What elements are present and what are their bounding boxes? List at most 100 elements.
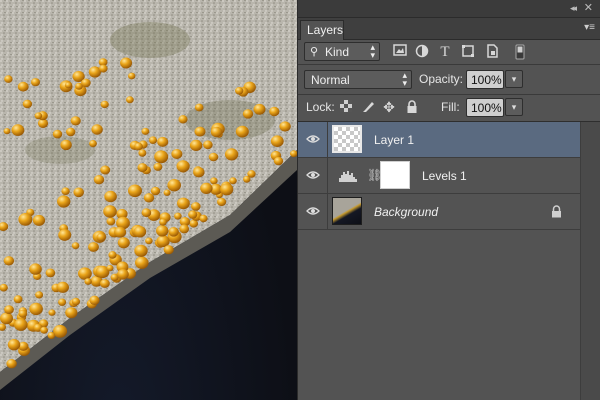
visibility-toggle[interactable] [298, 158, 328, 193]
droplet [65, 307, 78, 319]
droplet [31, 78, 40, 87]
droplet [4, 305, 14, 314]
fill-input[interactable]: 100% [466, 98, 504, 117]
droplet [58, 229, 72, 241]
blend-mode-select[interactable]: Normal ▴ ▾ [304, 70, 412, 89]
layer-row-layer-1[interactable]: Layer 1 [298, 122, 580, 158]
smart-object-filter-icon[interactable] [484, 44, 500, 60]
layer-mask-thumbnail[interactable] [380, 161, 410, 189]
droplet [229, 177, 237, 185]
droplet [60, 139, 72, 151]
droplet [135, 256, 149, 269]
tab-layers[interactable]: Layers [300, 20, 344, 40]
lock-icon [552, 205, 561, 218]
droplet [17, 81, 29, 92]
droplet [210, 126, 223, 138]
droplet [200, 182, 213, 194]
layer-name[interactable]: Background [374, 205, 438, 219]
layer-thumbnail-transparent [332, 125, 362, 153]
droplet [279, 121, 291, 132]
filter-kind-select[interactable]: ⚲ Kind ▴ ▾ [304, 42, 380, 61]
droplet [220, 183, 234, 196]
droplet [168, 227, 179, 237]
collapse-panel-icon[interactable]: ◂◂ [570, 3, 577, 14]
droplet [70, 116, 81, 126]
layer-name[interactable]: Levels 1 [422, 169, 467, 183]
droplet [6, 359, 17, 369]
droplet [66, 127, 76, 137]
lock-position-icon[interactable]: ✥ [382, 100, 396, 114]
droplet [217, 197, 227, 207]
image-filter-icon[interactable] [392, 44, 408, 60]
droplet [157, 136, 169, 147]
droplet [120, 57, 133, 69]
droplet [4, 75, 13, 83]
droplet [40, 326, 48, 334]
type-filter-icon[interactable]: T [437, 44, 453, 60]
droplet [71, 242, 80, 250]
droplet [7, 339, 21, 351]
droplet [153, 162, 163, 171]
lock-image-pixels-icon[interactable] [361, 100, 375, 114]
droplet [163, 189, 171, 196]
droplet [89, 140, 97, 148]
droplet [91, 124, 103, 135]
droplet [56, 281, 69, 293]
adjustment-filter-icon[interactable] [414, 44, 430, 60]
opacity-input[interactable]: 100% [466, 70, 504, 89]
visibility-toggle[interactable] [298, 122, 328, 157]
eye-icon [306, 171, 320, 179]
droplet [106, 217, 116, 226]
panel-title-bar: ◂◂ ✕ [298, 0, 600, 18]
droplet [18, 213, 33, 226]
layers-scrollbar[interactable] [580, 122, 600, 400]
droplet [208, 152, 219, 162]
droplet [0, 312, 13, 325]
droplet [64, 82, 72, 89]
fill-value: 100% [471, 101, 502, 115]
layer-row-background[interactable]: Background [298, 194, 580, 230]
droplet [134, 142, 143, 151]
droplet [100, 100, 109, 109]
droplet [171, 149, 183, 159]
lock-transparent-pixels-icon[interactable] [339, 100, 353, 114]
droplet [57, 195, 71, 208]
droplet [88, 242, 99, 252]
droplet [34, 112, 43, 120]
visibility-toggle[interactable] [298, 194, 328, 229]
droplet [117, 237, 130, 249]
droplet [52, 129, 63, 139]
close-panel-icon[interactable]: ✕ [584, 1, 593, 14]
droplet [103, 205, 117, 218]
droplet [125, 96, 134, 104]
shape-filter-icon[interactable] [460, 44, 476, 60]
droplet [141, 127, 150, 135]
droplet [133, 226, 147, 238]
droplet [143, 193, 155, 203]
document-canvas[interactable] [0, 0, 297, 400]
eye-icon [306, 207, 320, 215]
droplet [71, 297, 81, 306]
fill-label: Fill: [441, 100, 460, 114]
droplet [145, 237, 153, 245]
droplet [203, 140, 213, 150]
droplet [235, 125, 249, 138]
blend-mode-value: Normal [311, 73, 350, 87]
layer-row-levels-1[interactable]: ⛓ Levels 1 [298, 158, 580, 194]
droplet [3, 256, 15, 266]
droplet [194, 126, 206, 137]
droplet [174, 212, 182, 220]
droplet [141, 208, 152, 218]
opacity-dropdown-button[interactable]: ▾ [505, 70, 523, 88]
chevron-updown-icon: ▴ ▾ [370, 42, 375, 60]
fill-dropdown-button[interactable]: ▾ [505, 98, 523, 116]
panel-menu-icon[interactable]: ▾≡ [584, 22, 595, 33]
eye-icon [306, 135, 320, 143]
lock-all-icon[interactable] [405, 100, 419, 114]
layer-name[interactable]: Layer 1 [374, 133, 414, 147]
lock-label: Lock: [306, 100, 335, 114]
droplet [18, 309, 28, 318]
droplet [45, 268, 56, 278]
filter-toggle-icon[interactable] [512, 44, 528, 60]
droplet [81, 78, 91, 88]
